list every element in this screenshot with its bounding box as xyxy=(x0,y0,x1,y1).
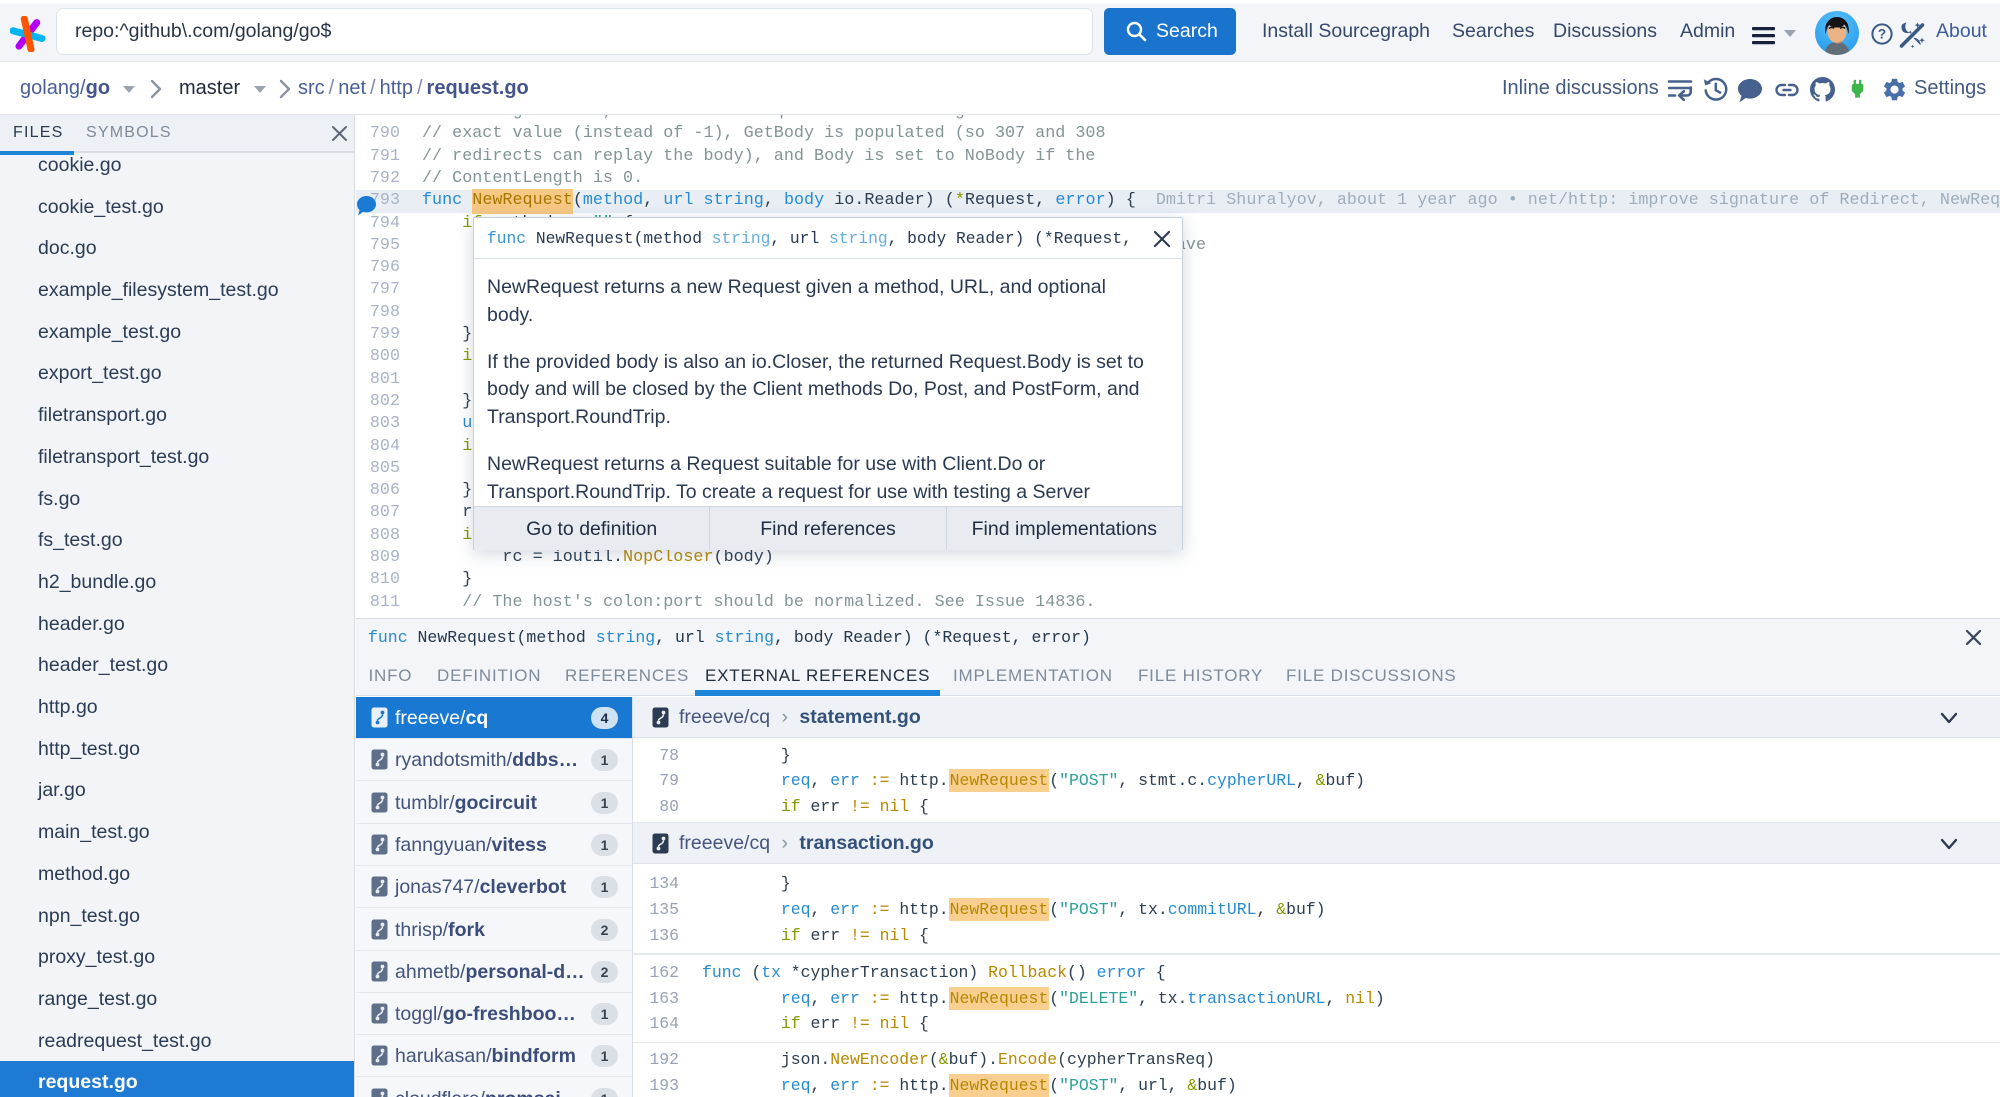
svg-text:?: ? xyxy=(1878,27,1886,42)
